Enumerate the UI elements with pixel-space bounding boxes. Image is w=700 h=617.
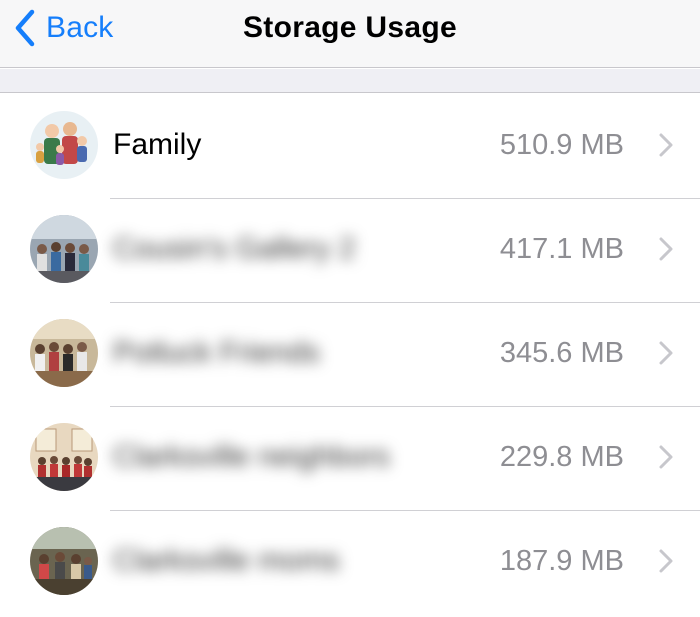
chevron-right-icon bbox=[658, 548, 674, 574]
chat-name: Cousin's Gallery 2 bbox=[113, 232, 356, 265]
group-avatar bbox=[30, 527, 98, 595]
group-photo-image bbox=[30, 527, 98, 595]
storage-size: 417.1 MB bbox=[499, 233, 624, 265]
group-avatar bbox=[30, 423, 98, 491]
storage-size: 229.8 MB bbox=[499, 441, 624, 473]
storage-size: 187.9 MB bbox=[499, 545, 624, 577]
list-item[interactable]: Clarksville moms 187.9 MB bbox=[0, 510, 700, 614]
family-cartoon-image bbox=[30, 111, 98, 179]
chevron-right-icon bbox=[658, 132, 674, 158]
group-photo-image bbox=[30, 423, 98, 491]
chat-storage-list: Family 510.9 MB Cousin's Gallery 2 417.1… bbox=[0, 94, 700, 614]
chevron-right-icon bbox=[658, 444, 674, 470]
chevron-right-icon bbox=[658, 236, 674, 262]
list-item[interactable]: Cousin's Gallery 2 417.1 MB bbox=[0, 198, 700, 302]
storage-usage-screen: Back Storage Usage Family 510.9 MB Cousi… bbox=[0, 0, 700, 617]
chevron-right-icon bbox=[658, 340, 674, 366]
storage-size: 510.9 MB bbox=[499, 129, 624, 161]
group-avatar bbox=[30, 111, 98, 179]
page-title: Storage Usage bbox=[243, 11, 457, 44]
chat-name: Clarksville moms bbox=[113, 544, 340, 577]
chat-name: Clarksville neighbors bbox=[113, 440, 390, 473]
group-photo-image bbox=[30, 215, 98, 283]
group-photo-image bbox=[30, 319, 98, 387]
chat-name: Potluck Friends bbox=[113, 336, 320, 369]
chat-name: Family bbox=[113, 128, 202, 161]
section-spacer bbox=[0, 69, 700, 93]
list-item[interactable]: Potluck Friends 345.6 MB bbox=[0, 302, 700, 406]
list-item[interactable]: Clarksville neighbors 229.8 MB bbox=[0, 406, 700, 510]
storage-size: 345.6 MB bbox=[499, 337, 624, 369]
list-item[interactable]: Family 510.9 MB bbox=[0, 94, 700, 198]
group-avatar bbox=[30, 319, 98, 387]
navigation-bar: Back Storage Usage bbox=[0, 0, 700, 68]
group-avatar bbox=[30, 215, 98, 283]
